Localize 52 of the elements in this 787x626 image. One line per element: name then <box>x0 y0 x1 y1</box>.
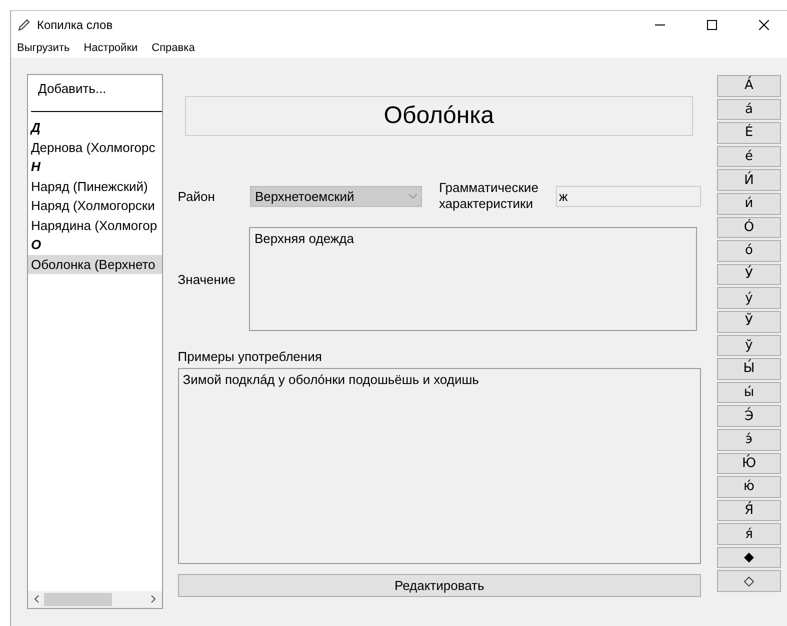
character-button[interactable]: Ў <box>717 310 781 333</box>
letter-header: Д <box>29 119 42 137</box>
character-button[interactable]: ю́ <box>717 476 781 498</box>
word-item[interactable]: Оболонка (Верхнето <box>28 254 162 274</box>
word-item[interactable]: Нарядина (Холмогор <box>28 216 162 235</box>
character-button[interactable]: ó <box>717 240 781 262</box>
character-button[interactable]: Э́ <box>717 405 781 427</box>
menu-item[interactable]: Настройки <box>84 42 138 54</box>
word-title: Оболóнка <box>184 96 693 136</box>
character-button[interactable]: А́ <box>717 75 781 97</box>
character-button[interactable]: ы́ <box>717 382 781 404</box>
maximize-icon[interactable] <box>707 20 717 30</box>
letter-header: О <box>30 236 42 254</box>
character-button[interactable]: Ó <box>717 216 781 238</box>
character-button[interactable]: é <box>717 146 781 168</box>
character-button[interactable]: а́ <box>717 98 781 120</box>
word-item[interactable]: Наряд (Пинежский) <box>28 176 162 196</box>
examples-field[interactable]: Зимой подклáд у оболóнки подошьёшь и ходишь <box>178 368 701 564</box>
character-button[interactable]: ў <box>717 334 781 356</box>
meaning-label: Значение <box>178 272 236 286</box>
character-button[interactable]: У́ <box>717 264 781 286</box>
grammar-field[interactable]: ж <box>556 186 701 206</box>
scroll-left-icon[interactable] <box>34 594 38 602</box>
window-title: Копилка слов <box>37 18 114 32</box>
menu-item[interactable]: Справка <box>152 42 195 54</box>
character-button[interactable]: И́ <box>717 169 781 191</box>
examples-label: Примеры употребления <box>178 349 323 364</box>
word-item[interactable]: Наряд (Холмогорски <box>28 196 162 216</box>
character-button[interactable]: ◇ <box>717 570 781 592</box>
grammar-label: Грамматические характеристики <box>438 180 540 212</box>
character-button[interactable]: у́ <box>717 287 781 309</box>
district-dropdown[interactable]: Верхнетоемский <box>250 186 422 206</box>
character-button[interactable]: É <box>717 122 781 144</box>
menu-item[interactable]: Выгрузить <box>17 42 70 54</box>
edit-button[interactable]: Редактировать <box>178 574 701 597</box>
dropdown-caret-icon <box>408 194 417 198</box>
add-item[interactable]: Добавить... <box>28 79 162 111</box>
district-label: Район <box>178 188 215 204</box>
character-button[interactable]: и́ <box>717 192 781 215</box>
character-button[interactable]: я́ <box>717 523 781 545</box>
horizontal-scrollbar[interactable] <box>28 591 162 608</box>
close-icon[interactable] <box>759 20 769 30</box>
scroll-right-icon[interactable] <box>151 594 156 602</box>
letter-header: Н <box>30 158 42 176</box>
character-button[interactable]: ◆ <box>717 546 781 568</box>
pencil-icon <box>17 18 31 32</box>
character-button[interactable]: Ы́ <box>717 358 781 380</box>
word-item[interactable]: Дернова (Холмогорс <box>28 138 162 157</box>
meaning-field[interactable]: Верхняя одежда <box>249 227 698 331</box>
character-button[interactable]: э́ <box>717 428 781 450</box>
character-button[interactable]: Ю́ <box>717 452 781 474</box>
character-button[interactable]: Я́ <box>717 500 781 522</box>
